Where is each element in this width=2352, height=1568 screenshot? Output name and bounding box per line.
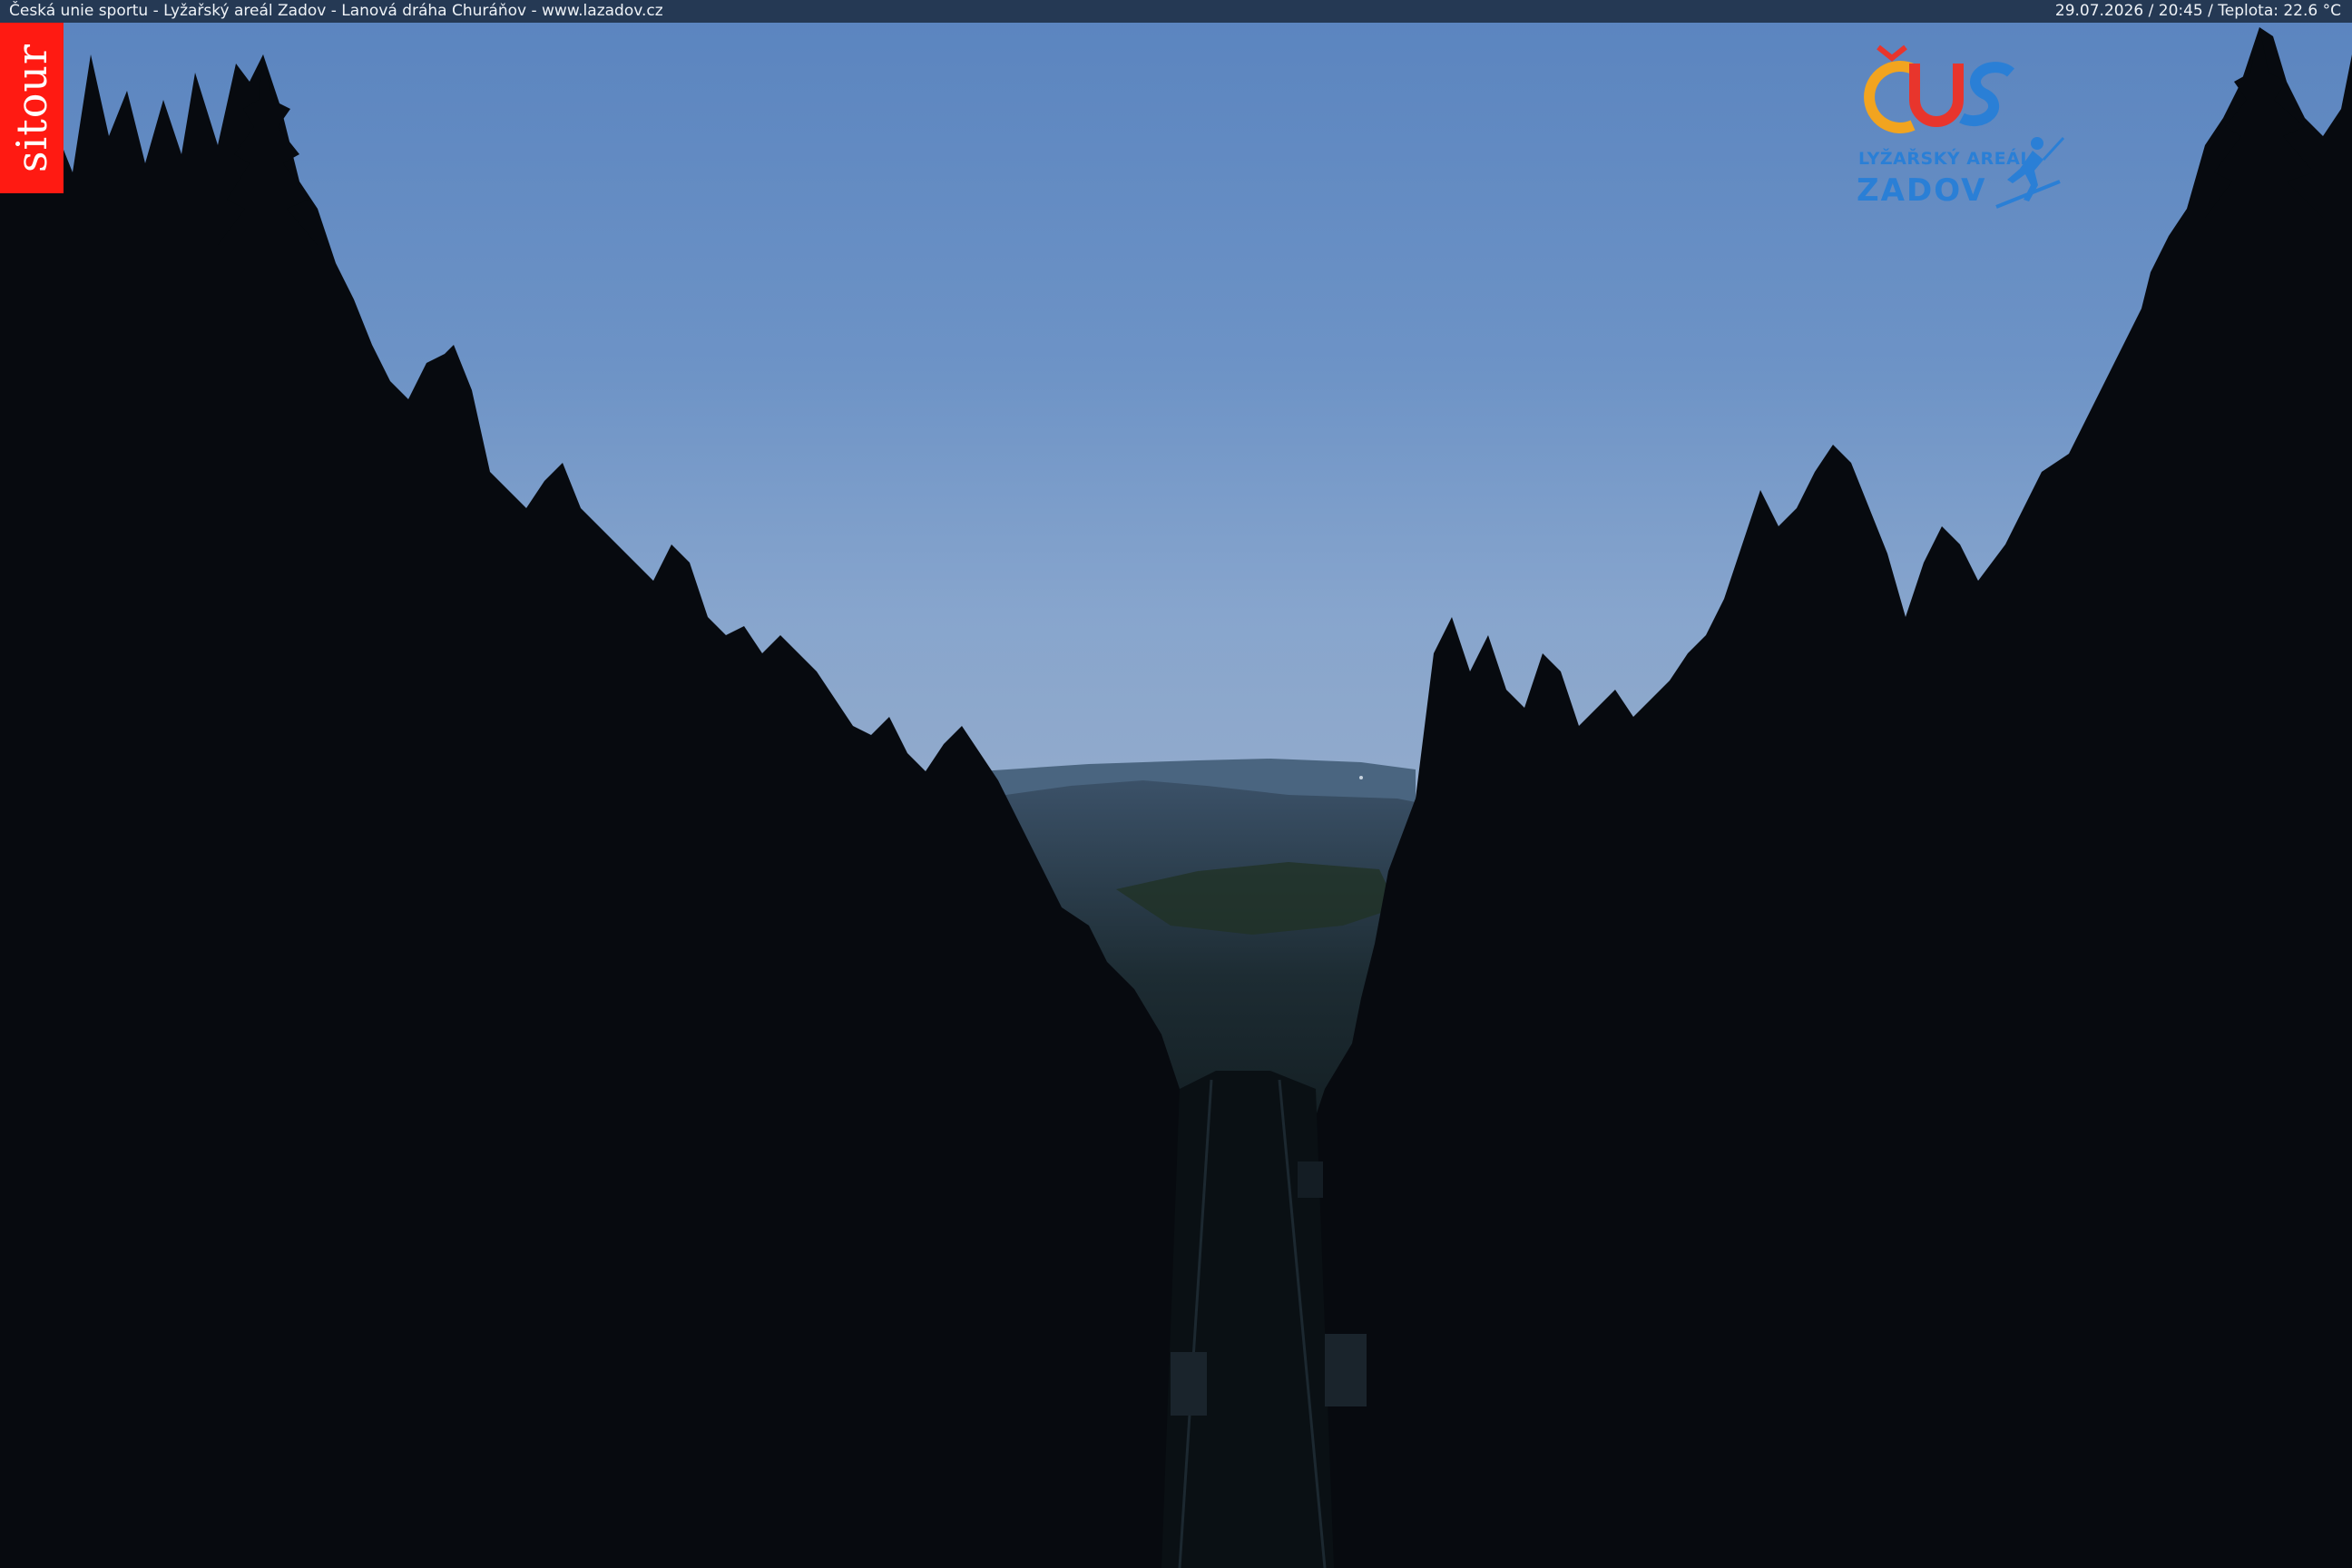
skier-icon	[1995, 136, 2065, 209]
info-bar: Česká unie sportu - Lyžařský areál Zadov…	[0, 0, 2352, 23]
distant-light	[1359, 776, 1363, 779]
lift-chair	[1325, 1334, 1367, 1406]
date-temperature: 29.07.2026 / 20:45 / Teplota: 22.6 °C	[2054, 2, 2341, 20]
webcam-scene	[0, 0, 2352, 1568]
logo-title: ZADOV	[1857, 172, 1987, 209]
webcam-frame: Česká unie sportu - Lyžařský areál Zadov…	[0, 0, 2352, 1568]
lift-chair	[1171, 1352, 1207, 1416]
lift-chair	[1298, 1161, 1323, 1198]
cus-emblem	[1864, 44, 2014, 133]
sitour-label: sitour	[7, 43, 56, 173]
location-title: Česká unie sportu - Lyžařský areál Zadov…	[9, 2, 663, 20]
lift-corridor	[1161, 1071, 1334, 1568]
zadov-logo: LYŽAŘSKÝ AREÁL ZADOV	[1851, 42, 2069, 214]
sitour-logo: sitour	[0, 23, 64, 193]
